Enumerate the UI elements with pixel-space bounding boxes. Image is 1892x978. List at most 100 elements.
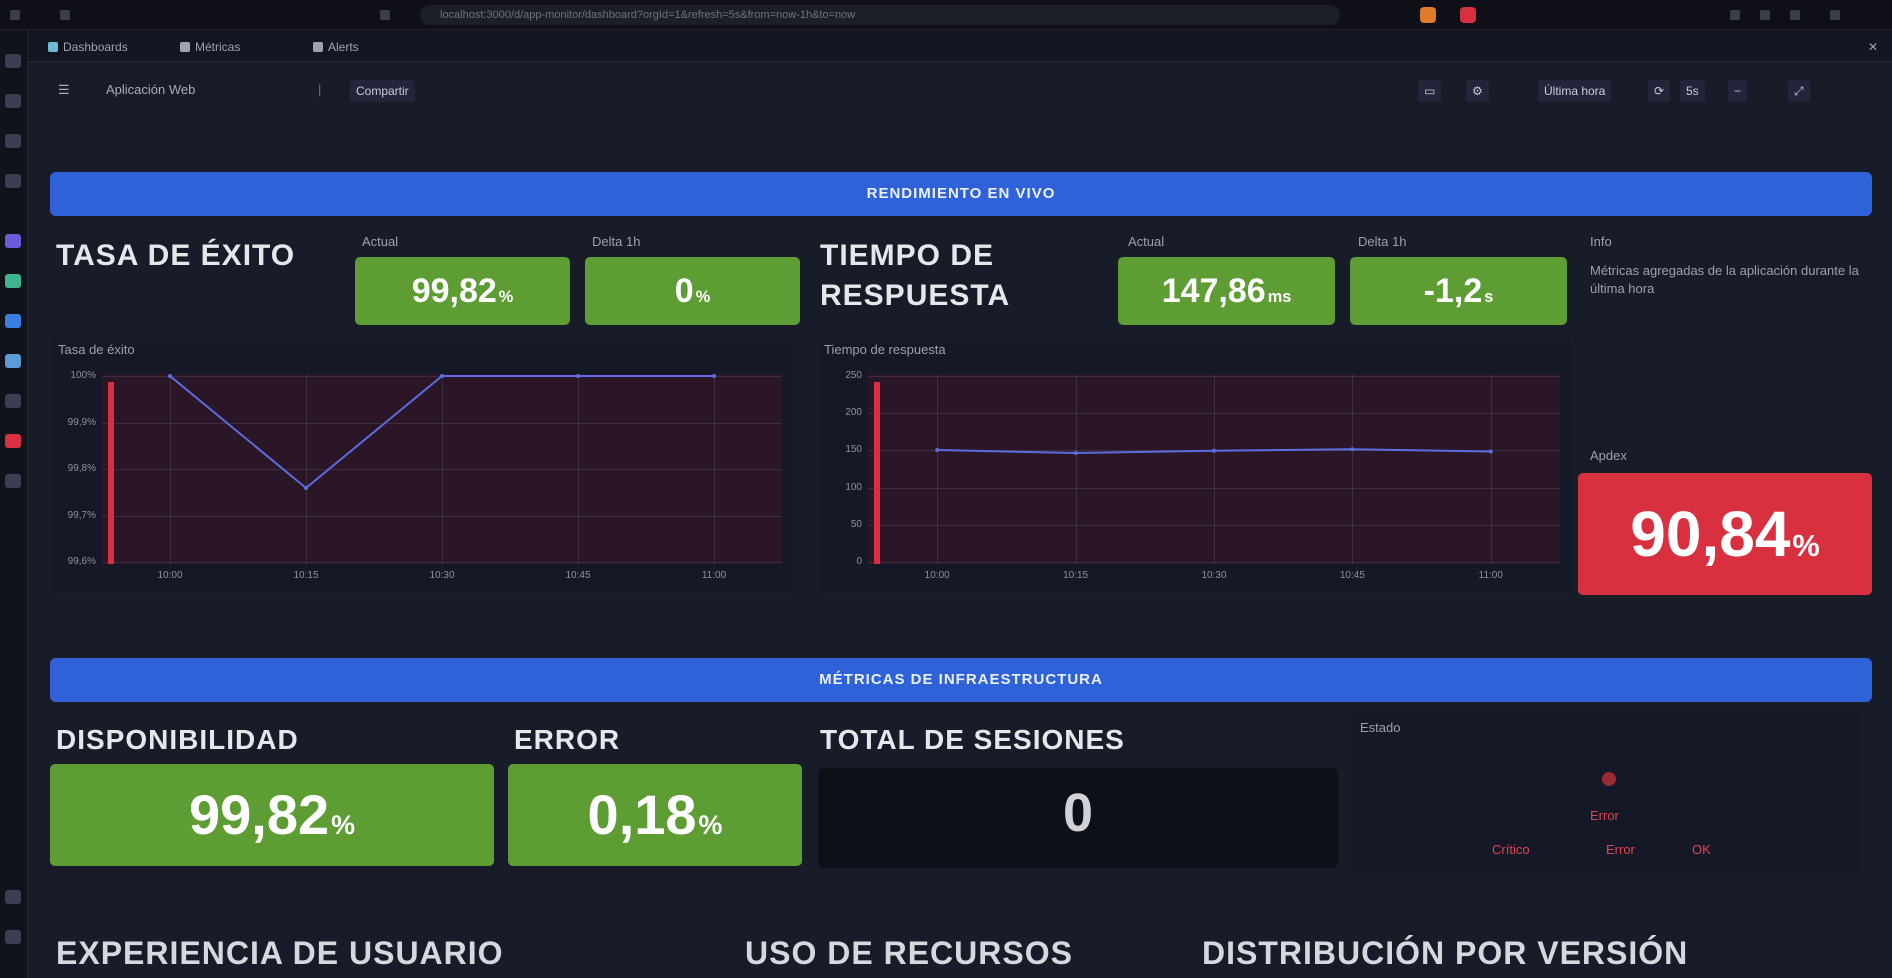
success-current-label: Actual	[362, 234, 399, 249]
admin-icon[interactable]	[5, 354, 21, 368]
section-resources-title[interactable]: USO DE RECURSOS	[745, 935, 1073, 972]
refresh-interval-select[interactable]: 5s	[1680, 80, 1705, 102]
y-tick-label: 99,7%	[67, 509, 96, 521]
explore-icon[interactable]	[5, 234, 21, 248]
alert-badge-icon[interactable]	[5, 434, 21, 448]
sessions-value: 0	[1062, 783, 1094, 843]
success-chart-panel[interactable]: Tasa de éxito 10:00 10:15 10:30 10:45 11:00 1…	[52, 338, 792, 593]
starred-icon[interactable]	[5, 134, 21, 148]
browser-toolbar: localhost:3000/d/app-monitor/dashboard?o…	[0, 0, 1892, 30]
x-tick-label: 10:45	[1339, 570, 1365, 581]
profile-icon[interactable]	[1730, 10, 1740, 20]
extension-icon[interactable]	[1460, 7, 1476, 23]
settings-icon[interactable]	[5, 474, 21, 488]
response-chart-plot[interactable]	[868, 374, 1560, 564]
row-header-infrastructure[interactable]: MÉTRICAS DE INFRAESTRUCTURA	[50, 658, 1872, 702]
y-tick-label: 250	[845, 370, 862, 381]
section-versions-title[interactable]: DISTRIBUCIÓN POR VERSIÓN	[1202, 935, 1688, 972]
x-tick-label: 10:45	[565, 570, 591, 581]
x-tick-label: 10:15	[1063, 570, 1089, 581]
tab-alerts[interactable]: Alerts	[313, 38, 359, 56]
display-mode-icon[interactable]: ▭	[1418, 80, 1442, 102]
success-chart-plot[interactable]	[102, 374, 782, 564]
bell-icon	[313, 42, 323, 52]
zoom-out-button[interactable]: −	[1728, 80, 1748, 102]
tab-bar: Dashboards Métricas Alerts ✕	[28, 30, 1892, 62]
app-sidebar	[0, 30, 28, 978]
success-current-stat[interactable]: 99,82%	[355, 257, 570, 325]
reload-icon[interactable]	[380, 10, 390, 20]
extension-icon[interactable]	[1420, 7, 1436, 23]
chart-series-svg	[168, 374, 716, 490]
close-tab-icon[interactable]: ✕	[1868, 38, 1878, 56]
data-point	[304, 486, 308, 490]
data-point	[935, 448, 940, 452]
availability-stat[interactable]: 99,82%	[50, 764, 494, 866]
y-tick-label: 99,8%	[67, 463, 96, 474]
error-title: ERROR	[514, 724, 621, 755]
home-icon[interactable]	[5, 54, 21, 68]
status-dot-icon	[1602, 772, 1616, 786]
dashboards-icon[interactable]	[5, 174, 21, 188]
y-tick-label: 150	[845, 444, 862, 456]
apdex-label: Apdex	[1590, 448, 1627, 463]
response-chart-title: Tiempo de respuesta	[824, 342, 946, 357]
x-tick-label: 10:15	[293, 570, 319, 581]
user-avatar-icon[interactable]	[5, 930, 21, 944]
status-panel[interactable]: Estado Error Crítico Error OK	[1352, 712, 1862, 872]
status-legend-item[interactable]: OK	[1692, 842, 1711, 857]
y-tick-label: 99,6%	[67, 556, 96, 567]
x-tick-label: 11:00	[701, 570, 727, 581]
x-tick-label: 10:30	[429, 570, 455, 581]
connections-icon[interactable]	[5, 314, 21, 328]
data-point	[1488, 449, 1493, 454]
data-point	[712, 374, 716, 378]
settings-button[interactable]: ⚙	[1466, 80, 1489, 102]
data-point	[440, 374, 444, 378]
downloads-icon[interactable]	[1790, 10, 1800, 20]
success-chart-title: Tasa de éxito	[58, 342, 135, 357]
response-chart-panel[interactable]: Tiempo de respuesta 10:00 10:15 10:30 10:45…	[818, 338, 1570, 593]
back-icon[interactable]	[60, 10, 70, 20]
response-current-stat[interactable]: 147,86 ms	[1118, 257, 1335, 325]
status-label: Estado	[1360, 720, 1401, 735]
response-delta-label: Delta 1h	[1358, 234, 1407, 249]
tab-dashboards[interactable]: Dashboards	[48, 38, 128, 56]
apdex-stat[interactable]: 90,84%	[1578, 473, 1872, 595]
info-label: Info	[1590, 234, 1612, 249]
row-header-performance[interactable]: RENDIMIENTO EN VIVO	[50, 172, 1872, 216]
y-tick-label: 99,9%	[67, 416, 96, 428]
tab-metricas[interactable]: Métricas	[180, 38, 240, 56]
x-tick-label: 10:00	[924, 570, 950, 581]
menu-icon[interactable]	[1830, 10, 1840, 20]
status-legend-item[interactable]: Error	[1590, 808, 1619, 823]
breadcrumb[interactable]: Aplicación Web	[106, 82, 195, 97]
response-title: TIEMPO DE RESPUESTA	[820, 239, 1011, 312]
menu-toggle-icon[interactable]: ☰	[58, 82, 70, 98]
alerting-icon[interactable]	[5, 274, 21, 288]
x-tick-label: 10:00	[157, 570, 183, 581]
data-point	[1073, 451, 1078, 456]
refresh-button[interactable]: ⟳	[1648, 80, 1671, 102]
y-tick-label: 0	[856, 556, 862, 567]
plugins-icon[interactable]	[5, 394, 21, 408]
status-legend-item[interactable]: Error	[1606, 842, 1635, 857]
error-stat[interactable]: 0,18%	[508, 764, 802, 866]
sessions-stat[interactable]: 0	[818, 768, 1338, 868]
success-delta-stat[interactable]: 0%	[585, 257, 800, 325]
kiosk-mode-icon[interactable]: ⤢	[1788, 80, 1810, 102]
data-point	[168, 374, 172, 378]
section-ux-title[interactable]: EXPERIENCIA DE USUARIO	[56, 935, 504, 972]
bookmark-icon[interactable]	[1760, 10, 1770, 20]
window-menu-icon[interactable]	[10, 10, 20, 20]
share-button[interactable]: Compartir	[350, 80, 415, 102]
search-icon[interactable]	[5, 94, 21, 108]
status-legend-item[interactable]: Crítico	[1492, 842, 1530, 857]
breadcrumb-separator: |	[318, 82, 322, 97]
time-range-picker[interactable]: Última hora	[1538, 80, 1612, 102]
response-delta-stat[interactable]: -1,2 s	[1350, 257, 1567, 325]
series-line	[169, 375, 714, 490]
address-bar[interactable]: localhost:3000/d/app-monitor/dashboard?o…	[420, 5, 1340, 25]
help-icon[interactable]	[5, 890, 21, 904]
metrics-icon	[180, 42, 190, 52]
